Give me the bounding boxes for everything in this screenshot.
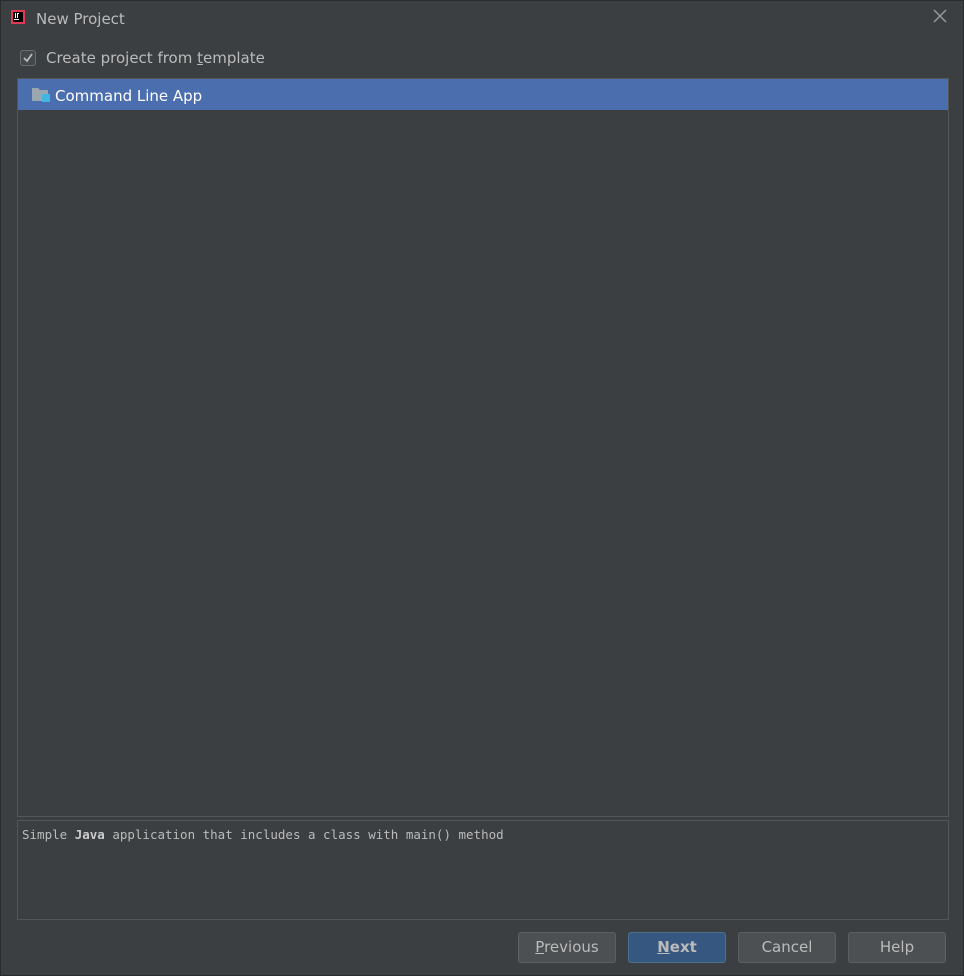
new-project-dialog: New Project Create project from template… [0,0,964,976]
label-text-before: Create project from [46,49,198,67]
description-language: Java [74,827,105,842]
list-item-command-line-app[interactable]: Command Line App [18,79,948,110]
previous-label-rest: revious [544,938,599,956]
next-label-rest: ext [669,938,697,956]
close-icon[interactable] [929,5,951,27]
template-description: Simple Java application that includes a … [17,820,949,920]
title-bar: New Project [1,1,964,37]
help-button[interactable]: Help [848,932,946,963]
create-from-template-checkbox[interactable] [20,50,36,66]
intellij-idea-icon [11,10,25,24]
description-text-after: application that includes a class with m… [104,827,504,842]
cancel-button[interactable]: Cancel [738,932,836,963]
previous-mnemonic: P [535,938,545,956]
description-text: Simple Java application that includes a … [22,827,504,842]
description-text-before: Simple [22,827,75,842]
list-item-label: Command Line App [55,87,203,105]
checkmark-icon [23,53,33,63]
next-button[interactable]: Next [628,932,726,963]
previous-button[interactable]: Previous [518,932,616,963]
dialog-title: New Project [36,10,125,28]
template-list[interactable]: Command Line App [17,78,949,817]
folder-icon [32,88,50,102]
next-mnemonic: N [657,938,670,956]
create-from-template-label[interactable]: Create project from template [46,49,265,67]
label-text-after: emplate [203,49,265,67]
